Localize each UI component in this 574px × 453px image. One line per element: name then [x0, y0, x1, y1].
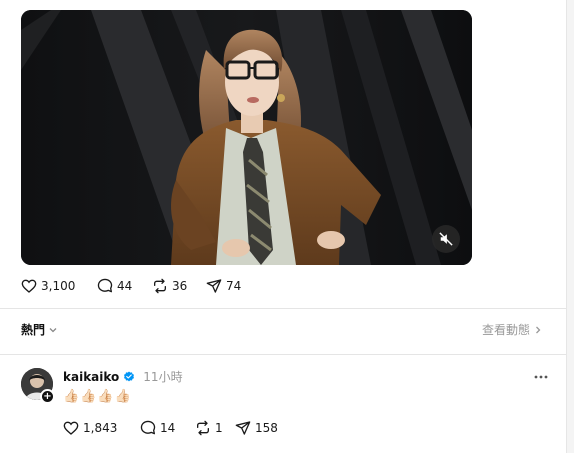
scrollbar-track[interactable]: [566, 0, 574, 453]
chevron-down-icon: [49, 327, 57, 332]
share-button[interactable]: 74: [206, 278, 256, 294]
chevron-right-icon: [536, 326, 541, 333]
reply-count: 44: [117, 279, 133, 293]
send-icon: [206, 279, 222, 293]
share-count: 74: [226, 279, 242, 293]
more-options-button[interactable]: [533, 369, 549, 388]
reply-share-count: 158: [255, 421, 278, 435]
divider: [0, 354, 566, 355]
like-button[interactable]: 3,100: [21, 278, 97, 294]
view-activity-label: 查看動態: [482, 323, 531, 337]
verified-badge-icon: [124, 371, 135, 381]
reply-like-button[interactable]: 1,843: [63, 420, 140, 436]
like-count: 3,100: [41, 279, 76, 293]
repost-button[interactable]: 36: [152, 278, 206, 294]
video-frame: [21, 10, 472, 265]
reply-reply-count: 14: [160, 421, 176, 435]
reply-share-button[interactable]: 158: [235, 420, 295, 436]
repost-icon: [197, 420, 209, 436]
reply-repost-count: 1: [215, 421, 223, 435]
divider: [0, 308, 566, 309]
heart-icon: [21, 279, 37, 293]
comment-icon: [97, 278, 113, 293]
reply-timestamp: 11小時: [143, 370, 183, 384]
mute-toggle-button[interactable]: [432, 225, 460, 253]
reply-reply-button[interactable]: 14: [140, 420, 195, 436]
sort-filter-label: 熱門: [21, 323, 46, 337]
view-activity-link[interactable]: 查看動態: [482, 321, 543, 338]
reply-action-bar: 1,843 14 1 158: [63, 420, 295, 436]
reply-button[interactable]: 44: [97, 278, 152, 294]
reply-text: 👍🏻👍🏻👍🏻👍🏻: [63, 389, 132, 404]
follow-plus-icon[interactable]: +: [40, 389, 55, 404]
reply-username[interactable]: kaikaiko: [63, 370, 119, 384]
repost-count: 36: [172, 279, 188, 293]
reply-repost-button[interactable]: 1: [195, 420, 235, 436]
reply-like-count: 1,843: [83, 421, 118, 435]
sort-filter-dropdown[interactable]: 熱門: [21, 321, 58, 338]
heart-icon: [63, 421, 79, 435]
post-video[interactable]: [21, 10, 472, 265]
comment-icon: [140, 420, 156, 435]
speaker-muted-icon: [439, 232, 453, 246]
send-icon: [235, 421, 251, 435]
more-horizontal-icon: [534, 375, 548, 379]
repost-icon: [154, 278, 166, 294]
post-action-bar: 3,100 44 36 74: [21, 278, 256, 294]
reply-header: kaikaiko 11小時: [63, 368, 183, 385]
